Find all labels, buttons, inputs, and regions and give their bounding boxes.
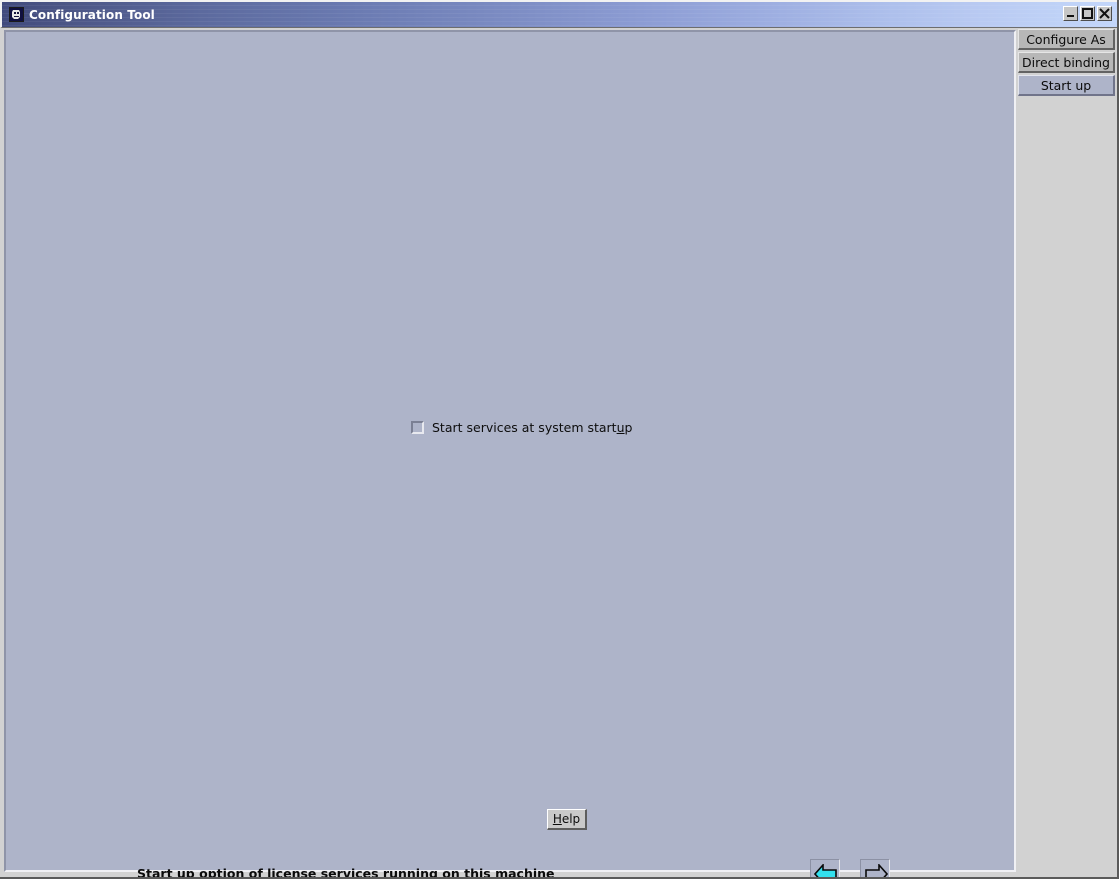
title-bar[interactable]: Configuration Tool (0, 0, 1119, 28)
help-button[interactable]: Help (547, 809, 587, 830)
back-button[interactable] (810, 859, 840, 879)
start-services-checkbox[interactable] (411, 421, 424, 434)
tab-configure-as[interactable]: Configure As (1018, 29, 1115, 50)
checkbox-label-tail: p (624, 420, 633, 435)
navigation-buttons (810, 859, 890, 879)
window-title: Configuration Tool (29, 8, 155, 22)
window-controls (1063, 6, 1112, 21)
tab-start-up-label: Start up (1040, 77, 1092, 93)
tab-configure-as-label: Configure As (1026, 31, 1106, 47)
main-panel: Start services at system startup Help St… (4, 30, 1016, 879)
start-services-checkbox-label: Start services at system startup (432, 420, 632, 435)
close-button[interactable] (1097, 6, 1112, 21)
start-services-checkbox-row[interactable]: Start services at system startup (411, 420, 632, 435)
help-button-label: elp (561, 812, 581, 826)
tab-direct-binding[interactable]: Direct binding (1018, 52, 1115, 73)
forward-button[interactable] (860, 859, 890, 879)
tab-start-up[interactable]: Start up (1018, 75, 1115, 96)
app-icon (9, 7, 24, 22)
title-bar-gradient (2, 2, 1117, 27)
configuration-tool-window: Configuration Tool Start services at sys… (0, 0, 1119, 879)
status-text: Start up option of license services runn… (137, 866, 555, 879)
tab-strip: Configure As Direct binding Start up (1018, 28, 1119, 879)
maximize-button[interactable] (1080, 6, 1095, 21)
minimize-button[interactable] (1063, 6, 1078, 21)
main-panel-surface: Start services at system startup Help St… (6, 32, 1014, 879)
tab-direct-binding-label: Direct binding (1022, 54, 1110, 70)
checkbox-label-mnemonic: u (616, 420, 625, 435)
help-button-mnemonic: H (552, 812, 562, 826)
checkbox-label-text: Start services at system start (432, 420, 617, 435)
